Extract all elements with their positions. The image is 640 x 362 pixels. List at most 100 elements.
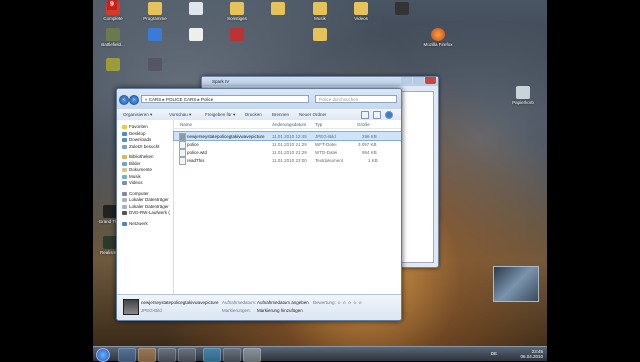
dvd-drive-icon <box>122 211 127 215</box>
game-icon <box>106 28 120 41</box>
organize-button[interactable]: Organisieren ▾ <box>123 112 152 118</box>
documents-icon <box>122 168 127 172</box>
file-date: 11.01.2010 21:29 <box>272 141 307 147</box>
desktop-icon-app2[interactable] <box>140 58 170 72</box>
column-size[interactable]: Größe <box>357 122 370 127</box>
close-button[interactable] <box>425 77 436 84</box>
file-date: 11.01.2010 12:45 <box>272 133 307 139</box>
desktop-icon-programme[interactable]: Programme <box>140 2 170 21</box>
desktop-icon-app[interactable] <box>98 58 128 72</box>
game-icon <box>103 236 117 249</box>
rating-stars[interactable]: ☆ ☆ ☆ ☆ ☆ <box>337 300 362 306</box>
folder-icon <box>271 2 285 15</box>
letterbox-right <box>547 0 640 360</box>
recycle-bin-icon <box>516 86 530 99</box>
clock[interactable]: 23:45 06.04.2010 <box>520 349 543 359</box>
file-type: WTD-Datei <box>315 149 338 155</box>
app-icon <box>230 28 244 41</box>
details-tags-label: Markierungen: <box>222 308 251 313</box>
preview-button[interactable]: Vorschau ▾ <box>169 112 191 118</box>
forward-arrow-icon[interactable]: › <box>129 95 139 105</box>
network-icon <box>122 221 127 226</box>
desktop-icon-firefox[interactable]: Mozilla Firefox <box>423 28 453 47</box>
view-options-icon[interactable] <box>361 111 369 119</box>
column-date[interactable]: Änderungsdatum <box>272 122 306 127</box>
file-row[interactable]: police.wtd 11.01.2010 21:29 WTD-Datei 98… <box>174 148 401 157</box>
help-icon[interactable] <box>385 111 393 119</box>
desktop-icon-13[interactable] <box>305 28 335 42</box>
desktop-icon-12[interactable] <box>222 28 252 42</box>
music-icon <box>122 174 127 179</box>
nav-network[interactable]: Netzwerk <box>117 221 173 228</box>
desktop-icon-musik[interactable]: Musik <box>305 2 335 21</box>
drive-icon <box>122 198 127 202</box>
desktop-icon-battlefield[interactable]: Battlefield... <box>98 28 128 47</box>
document-icon <box>189 2 203 15</box>
drive-icon <box>122 204 127 209</box>
computer-icon <box>122 191 127 196</box>
burn-button[interactable]: Brennen <box>272 112 289 117</box>
desktop-icon-sonstiges[interactable]: Sonstiges <box>222 2 252 21</box>
back-arrow-icon[interactable]: ‹ <box>119 95 129 105</box>
share-button[interactable]: Freigeben für ▾ <box>205 112 235 118</box>
folder-icon <box>230 2 244 15</box>
text-file-icon <box>179 157 186 165</box>
column-type[interactable]: Typ <box>315 122 322 127</box>
file-name: newjerseystatepolicegtakivwavepicture <box>187 133 265 139</box>
file-row[interactable]: readThis 11.01.2010 23:00 Textdokument 1… <box>174 156 401 165</box>
desktop-icon-papierkorb[interactable]: Papierkorb <box>508 86 538 105</box>
app-icon <box>148 28 162 41</box>
details-date-value[interactable]: Aufnahmedatum angeben <box>257 300 309 305</box>
preview-pane-icon[interactable] <box>373 111 381 119</box>
file-row[interactable]: newjerseystatepolicegtakivwavepicture 11… <box>173 131 401 141</box>
file-name: police <box>187 141 199 147</box>
library-icon <box>122 155 127 159</box>
details-filetype: JPEG-Bild <box>141 308 162 313</box>
desktop-icon-8[interactable] <box>387 2 417 16</box>
downloads-icon <box>122 138 127 142</box>
details-filename: newjerseystatepolicegtakivwavepicture <box>141 300 219 305</box>
desktop-icon-10[interactable] <box>140 28 170 42</box>
details-tags-value[interactable]: Markierung hinzufügen <box>257 308 303 313</box>
minimize-button[interactable] <box>401 77 412 84</box>
search-input[interactable]: Police durchsuchen <box>315 95 397 103</box>
taskbar: DE 23:45 06.04.2010 <box>93 346 547 362</box>
desktop-icon-videos[interactable]: Videos <box>346 2 376 21</box>
file-name: readThis <box>187 157 205 163</box>
file-size: 1 KB <box>368 157 378 163</box>
file-type: Textdokument <box>315 157 344 163</box>
pictures-icon <box>122 161 127 166</box>
folder-icon <box>148 2 162 15</box>
maximize-button[interactable] <box>413 77 424 84</box>
file-size: 984 KB <box>362 149 377 155</box>
app-icon <box>106 58 120 71</box>
navigation-bar: ‹ › « CARS ▸ POLICE CARS ▸ Police Police… <box>117 89 401 109</box>
desktop-icon-3[interactable] <box>181 2 211 16</box>
desktop-photo-thumbnail <box>493 266 539 302</box>
details-date-label: Aufnahmedatum: <box>222 300 257 305</box>
file-type: JPEG-Bild <box>315 133 336 139</box>
address-bar[interactable]: « CARS ▸ POLICE CARS ▸ Police <box>141 95 309 103</box>
file-row[interactable]: police 11.01.2010 21:29 WFT-Datei 3.097 … <box>174 140 401 149</box>
column-name[interactable]: Name <box>180 122 192 127</box>
details-pane: newjerseystatepolicegtakivwavepicture JP… <box>117 294 401 320</box>
desktop-icon-11[interactable] <box>181 28 211 42</box>
explorer-window[interactable]: ‹ › « CARS ▸ POLICE CARS ▸ Police Police… <box>116 88 402 321</box>
red-app-icon[interactable]: 9 <box>107 0 117 10</box>
game-icon <box>103 205 117 218</box>
star-icon <box>122 125 127 129</box>
file-size: 296 KB <box>362 133 377 139</box>
letterbox-left <box>0 0 93 360</box>
print-button[interactable]: Drucken <box>245 112 262 117</box>
videos-icon <box>122 181 127 185</box>
file-date: 11.01.2010 21:29 <box>272 149 307 155</box>
file-size: 3.097 KB <box>358 141 377 147</box>
app-icon <box>395 2 409 15</box>
desktop-icon-5[interactable] <box>263 2 293 16</box>
new-folder-button[interactable]: Neuer Ordner <box>299 112 327 117</box>
file-type: WFT-Datei <box>315 141 337 147</box>
details-rating-label: Bewertung: <box>313 300 336 305</box>
language-indicator[interactable]: DE <box>491 351 497 356</box>
file-list: Name Änderungsdatum Typ Größe newjerseys… <box>173 120 401 294</box>
firefox-icon <box>431 28 445 41</box>
